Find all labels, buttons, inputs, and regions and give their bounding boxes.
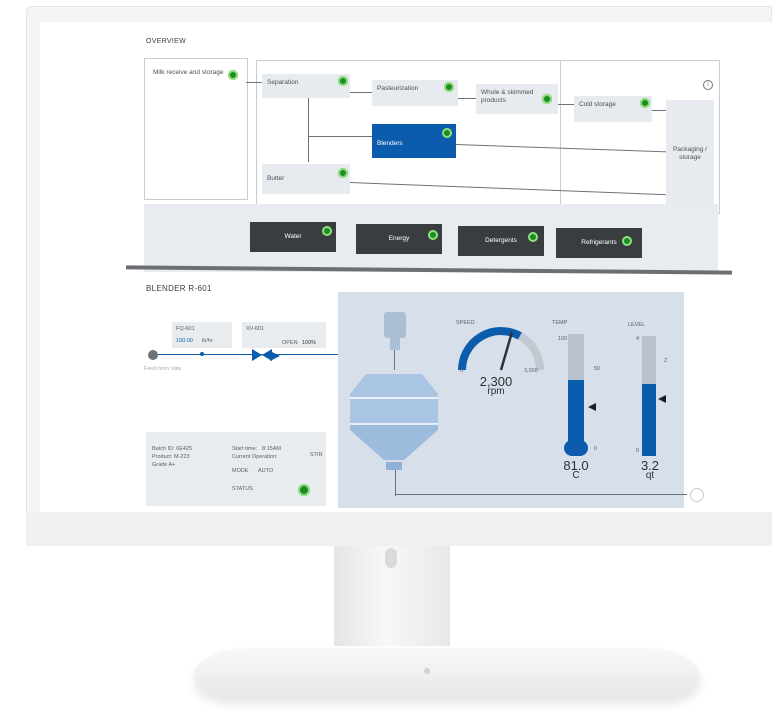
speed-min: 0 xyxy=(460,368,464,374)
node-separation[interactable]: Separation xyxy=(262,74,350,98)
temp-pointer-icon xyxy=(588,398,596,416)
level-fill xyxy=(642,384,656,456)
speed-unit: rpm xyxy=(487,386,505,397)
level-top: 4 xyxy=(636,336,640,342)
milk-status-dot xyxy=(228,70,238,80)
mode-label: MODE xyxy=(232,468,249,474)
start-time-label: Start time: xyxy=(232,446,258,452)
temp-bulb xyxy=(564,440,588,456)
outlet-line xyxy=(395,494,687,495)
separation-status-dot xyxy=(338,76,348,86)
feed-play-icon[interactable] xyxy=(148,350,158,360)
connector xyxy=(308,96,309,162)
node-packaging-label: Packaging / storage xyxy=(673,146,707,161)
info-icon[interactable]: i xyxy=(703,80,713,90)
overview-title: OVERVIEW xyxy=(146,38,187,45)
temp-bottom: 0 xyxy=(594,446,598,452)
xv-label: XV-601 xyxy=(246,326,265,332)
level-bottom: 0 xyxy=(636,448,640,454)
blenders-status-dot xyxy=(442,128,452,138)
xv-status: OPEN xyxy=(282,340,298,346)
status-dot xyxy=(298,484,310,496)
feed-label: Feed from Vats xyxy=(144,366,182,372)
utility-water-label: Water xyxy=(284,233,302,240)
motor-icon xyxy=(384,312,406,338)
cold-status-dot xyxy=(640,98,650,108)
temp-label: TEMP xyxy=(552,320,568,326)
stand-cable-hole xyxy=(385,548,397,568)
node-whole-label: Whole & skimmed products xyxy=(481,89,534,104)
butter-status-dot xyxy=(338,168,348,178)
temp-unit: C xyxy=(572,470,580,481)
mode-value: AUTO xyxy=(258,468,274,474)
current-op-label: Current Operation: xyxy=(232,454,278,460)
node-cold-label: Cold storage xyxy=(579,101,616,108)
level-unit: qt xyxy=(645,470,655,481)
agitator-shaft xyxy=(394,350,395,370)
grade: Grade A+ xyxy=(152,462,176,468)
start-time: 8:15AM xyxy=(262,446,281,452)
level-pointer-icon xyxy=(658,390,666,408)
outlet-play-icon[interactable] xyxy=(690,488,704,502)
utility-detergents-label: Detergents xyxy=(485,237,517,244)
node-milk-receive[interactable]: Milk receive and storage xyxy=(148,64,240,100)
energy-status-dot xyxy=(428,230,438,240)
level-label: LEVEL xyxy=(628,322,646,328)
motor-shaft xyxy=(390,338,400,350)
fq-label: FQ-601 xyxy=(176,326,195,332)
batch-id: Batch ID: 6E425 xyxy=(152,446,193,452)
node-separation-label: Separation xyxy=(267,79,299,86)
fq-sensor-dot xyxy=(200,352,204,356)
fq-value: 100.00 xyxy=(176,338,193,344)
outlet-pipe xyxy=(395,470,396,496)
connector xyxy=(556,104,576,105)
speed-max: 3,000 xyxy=(524,368,538,374)
feed-arrow-icon xyxy=(270,348,280,366)
node-blenders-label: Blenders xyxy=(377,140,403,147)
utility-energy-label: Energy xyxy=(388,235,410,242)
connector xyxy=(456,98,476,99)
node-pasteurization-label: Pasteurization xyxy=(377,85,419,92)
current-op: STIR xyxy=(310,452,323,458)
connector xyxy=(308,136,374,137)
power-indicator xyxy=(424,668,430,674)
refrigerants-status-dot xyxy=(622,236,632,246)
valve-icon[interactable] xyxy=(252,348,272,366)
feed-line xyxy=(158,354,338,355)
product: Product: M-223 xyxy=(152,454,190,460)
tank-icon xyxy=(346,368,442,483)
monitor-stand-base xyxy=(194,648,700,698)
monitor-chin xyxy=(26,512,772,546)
blender-title: BLENDER R-601 xyxy=(146,284,212,293)
status-label: STATUS xyxy=(232,486,253,492)
connector xyxy=(348,92,374,93)
node-milk-label: Milk receive and storage xyxy=(153,69,224,76)
node-butter[interactable]: Butter xyxy=(262,164,350,194)
node-butter-label: Butter xyxy=(267,175,285,182)
water-status-dot xyxy=(322,226,332,236)
temp-mid: 50 xyxy=(594,366,601,372)
node-packaging[interactable]: Packaging / storage xyxy=(666,100,714,210)
detergents-status-dot xyxy=(528,232,538,242)
connector xyxy=(246,82,262,83)
utility-refrigerants-label: Refrigerants xyxy=(581,239,617,246)
fq-unit: lb/hr xyxy=(202,338,213,344)
xv-percent: 100% xyxy=(302,340,317,346)
pasteurization-status-dot xyxy=(444,82,454,92)
whole-status-dot xyxy=(542,94,552,104)
temp-top: 100 xyxy=(558,336,568,342)
level-mid: 2 xyxy=(664,358,668,364)
